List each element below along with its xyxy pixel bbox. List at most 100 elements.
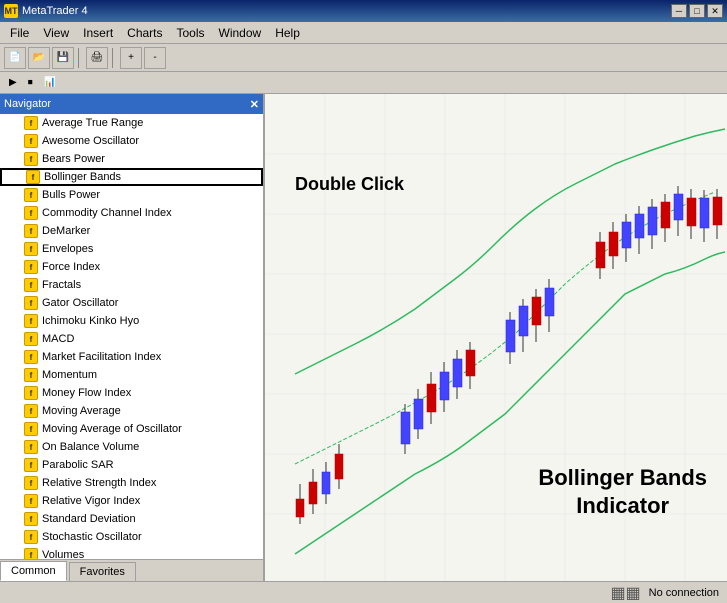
indicator-icon: f bbox=[24, 548, 38, 559]
title-bar-controls: ─ □ ✕ bbox=[671, 4, 723, 18]
menu-view[interactable]: View bbox=[37, 24, 75, 42]
indicator-label: Fractals bbox=[42, 279, 81, 291]
nav-item[interactable]: fGator Oscillator bbox=[0, 294, 263, 312]
nav-item[interactable]: f Fractals bbox=[0, 276, 263, 294]
close-button[interactable]: ✕ bbox=[707, 4, 723, 18]
indicator-icon: f bbox=[24, 386, 38, 400]
zoom-out-button[interactable]: - bbox=[144, 47, 166, 69]
indicator-label: Moving Average bbox=[42, 405, 121, 417]
indicator-icon: f bbox=[24, 242, 38, 256]
indicator-icon: f bbox=[24, 152, 38, 166]
nav-item[interactable]: f Stochastic Oscillator bbox=[0, 528, 263, 546]
indicator-label: MACD bbox=[42, 333, 74, 345]
minimize-button[interactable]: ─ bbox=[671, 4, 687, 18]
indicator-label: Money Flow Index bbox=[42, 387, 131, 399]
nav-item[interactable]: fRelative Strength Index bbox=[0, 474, 263, 492]
nav-item[interactable]: f Moving Average bbox=[0, 402, 263, 420]
indicator-icon: f bbox=[24, 188, 38, 202]
chart-area: Double Click Bollinger BandsIndicator bbox=[265, 94, 727, 581]
indicator-label: Bulls Power bbox=[42, 189, 100, 201]
nav-item[interactable]: f Awesome Oscillator bbox=[0, 132, 263, 150]
open-button[interactable]: 📂 bbox=[28, 47, 50, 69]
indicator-icon: f bbox=[24, 440, 38, 454]
zoom-in-button[interactable]: + bbox=[120, 47, 142, 69]
nav-item[interactable]: f Momentum bbox=[0, 366, 263, 384]
indicator-icon: f bbox=[24, 530, 38, 544]
save-button[interactable]: 💾 bbox=[52, 47, 74, 69]
indicator-label: Market Facilitation Index bbox=[42, 351, 161, 363]
indicator-label: Average True Range bbox=[42, 117, 143, 129]
nav-item[interactable]: fMoving Average of Oscillator bbox=[0, 420, 263, 438]
indicator-label: Parabolic SAR bbox=[42, 459, 114, 471]
indicator-label: Awesome Oscillator bbox=[42, 135, 139, 147]
nav-item[interactable]: f Envelopes bbox=[0, 240, 263, 258]
indicator-label: Stochastic Oscillator bbox=[42, 531, 142, 543]
navigator-title: Navigator bbox=[4, 98, 51, 110]
nav-item[interactable]: fCommodity Channel Index bbox=[0, 204, 263, 222]
nav-item[interactable]: fVolumes bbox=[0, 546, 263, 559]
nav-item[interactable]: f Ichimoku Kinko Hyo bbox=[0, 312, 263, 330]
nav-item[interactable]: f Bollinger Bands bbox=[0, 168, 263, 186]
grid-status-icon: ▦▦ bbox=[610, 583, 640, 603]
nav-item[interactable]: fStandard Deviation bbox=[0, 510, 263, 528]
menu-help[interactable]: Help bbox=[269, 24, 306, 42]
nav-list[interactable]: fAverage True RangefAwesome OscillatorfB… bbox=[0, 114, 263, 559]
indicator-icon: f bbox=[24, 278, 38, 292]
nav-item[interactable]: fOn Balance Volume bbox=[0, 438, 263, 456]
menu-window[interactable]: Window bbox=[213, 24, 268, 42]
indicator-icon: f bbox=[24, 350, 38, 364]
nav-item[interactable]: f DeMarker bbox=[0, 222, 263, 240]
indicator-label: Moving Average of Oscillator bbox=[42, 423, 182, 435]
nav-item[interactable]: fParabolic SAR bbox=[0, 456, 263, 474]
indicator-label: Bears Power bbox=[42, 153, 105, 165]
maximize-button[interactable]: □ bbox=[689, 4, 705, 18]
nav-item[interactable]: f Force Index bbox=[0, 258, 263, 276]
navigator-header: Navigator ✕ bbox=[0, 94, 263, 114]
indicator-label: Envelopes bbox=[42, 243, 93, 255]
menu-tools[interactable]: Tools bbox=[171, 24, 211, 42]
indicator-label: DeMarker bbox=[42, 225, 90, 237]
print-button[interactable]: 🖨 bbox=[86, 47, 108, 69]
nav-item[interactable]: f Money Flow Index bbox=[0, 384, 263, 402]
navigator-close-button[interactable]: ✕ bbox=[250, 98, 259, 111]
menu-file[interactable]: File bbox=[4, 24, 35, 42]
title-bar-left: MT MetaTrader 4 bbox=[4, 4, 88, 18]
connection-status: No connection bbox=[649, 587, 719, 599]
indicator-label: Momentum bbox=[42, 369, 97, 381]
indicator-label: Bollinger Bands bbox=[44, 171, 121, 183]
nav-item[interactable]: fAverage True Range bbox=[0, 114, 263, 132]
toolbar: 📄 📂 💾 🖨 + - bbox=[0, 44, 727, 72]
indicator-icon: f bbox=[24, 206, 38, 220]
toolbar2-btn2[interactable]: ⏹ bbox=[23, 74, 38, 92]
toolbar2-btn1[interactable]: ▶ bbox=[4, 74, 22, 92]
tab-favorites[interactable]: Favorites bbox=[69, 562, 136, 581]
indicator-icon: f bbox=[24, 368, 38, 382]
indicator-icon: f bbox=[24, 224, 38, 238]
title-bar: MT MetaTrader 4 ─ □ ✕ bbox=[0, 0, 727, 22]
nav-item[interactable]: fMACD bbox=[0, 330, 263, 348]
indicator-icon: f bbox=[26, 170, 40, 184]
indicator-label: Force Index bbox=[42, 261, 100, 273]
indicator-icon: f bbox=[24, 314, 38, 328]
indicator-icon: f bbox=[24, 512, 38, 526]
indicator-label: Ichimoku Kinko Hyo bbox=[42, 315, 139, 327]
nav-item[interactable]: f Bears Power bbox=[0, 150, 263, 168]
indicator-label: Relative Vigor Index bbox=[42, 495, 140, 507]
new-chart-button[interactable]: 📄 bbox=[4, 47, 26, 69]
title-bar-title: MetaTrader 4 bbox=[22, 5, 88, 17]
toolbar2-btn3[interactable]: 📊 bbox=[39, 74, 61, 92]
toolbar2: ▶ ⏹ 📊 bbox=[0, 72, 727, 94]
indicator-label: Relative Strength Index bbox=[42, 477, 156, 489]
indicator-icon: f bbox=[24, 260, 38, 274]
indicator-icon: f bbox=[24, 494, 38, 508]
nav-item[interactable]: f Market Facilitation Index bbox=[0, 348, 263, 366]
indicator-icon: f bbox=[24, 134, 38, 148]
nav-item[interactable]: f Bulls Power bbox=[0, 186, 263, 204]
tab-common[interactable]: Common bbox=[0, 561, 67, 581]
indicator-icon: f bbox=[24, 404, 38, 418]
menu-insert[interactable]: Insert bbox=[77, 24, 119, 42]
nav-item[interactable]: f Relative Vigor Index bbox=[0, 492, 263, 510]
bollinger-bands-label: Bollinger BandsIndicator bbox=[538, 464, 707, 521]
menu-charts[interactable]: Charts bbox=[121, 24, 168, 42]
indicator-label: Gator Oscillator bbox=[42, 297, 118, 309]
